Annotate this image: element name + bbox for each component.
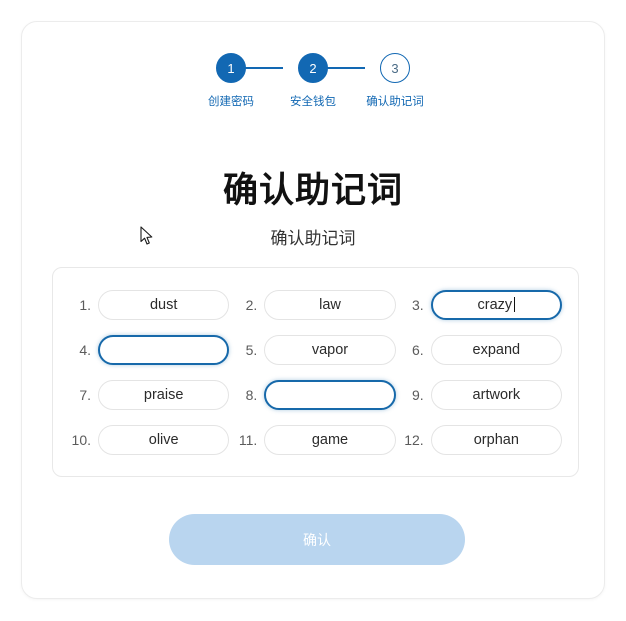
page-subtitle: 确认助记词 [270, 229, 356, 248]
mnemonic-word-text-6: expand [472, 341, 521, 358]
mnemonic-cell-5: 5. vapor [235, 327, 396, 372]
mnemonic-word-text-3: crazy [477, 296, 513, 313]
text-caret [514, 297, 516, 312]
mnemonic-panel: 1. dust 2. law 3. crazy 4. 5. vapor 6. e… [52, 267, 579, 477]
mnemonic-word-text-10: olive [148, 431, 179, 448]
mnemonic-cell-8: 8. [235, 372, 396, 417]
wallet-setup-card: 1 创建密码 2 安全钱包 3 确认助记词 确认助记词 确认助记词 1. dus… [21, 21, 605, 599]
stepper-step-1[interactable]: 1 创建密码 [190, 53, 283, 111]
step-3-label: 确认助记词 [366, 96, 424, 108]
mnemonic-word-text-1: dust [149, 296, 178, 313]
mnemonic-word-text-9: artwork [472, 386, 521, 403]
mnemonic-word-input-8[interactable] [264, 379, 396, 410]
mnemonic-word-input-9[interactable]: artwork [430, 379, 562, 410]
mnemonic-grid: 1. dust 2. law 3. crazy 4. 5. vapor 6. e… [69, 282, 562, 462]
mnemonic-index-12: 12. [404, 431, 424, 448]
mnemonic-word-text-11: game [311, 431, 349, 448]
mnemonic-word-text-5: vapor [311, 341, 349, 358]
mnemonic-cell-11: 11. game [235, 417, 396, 462]
mnemonic-word-input-7[interactable]: praise [98, 379, 230, 410]
mnemonic-index-7: 7. [79, 386, 91, 403]
mnemonic-cell-12: 12. orphan [402, 417, 562, 462]
mnemonic-word-text-2: law [319, 296, 341, 313]
mnemonic-word-input-11[interactable]: game [264, 424, 396, 455]
mnemonic-word-input-10[interactable]: olive [98, 424, 230, 455]
page-title: 确认助记词 [222, 171, 403, 210]
mnemonic-index-11: 11. [238, 431, 258, 448]
confirm-button-label: 确认 [303, 531, 331, 548]
step-3-number: 3 [391, 60, 399, 76]
mnemonic-word-input-2[interactable]: law [264, 289, 396, 320]
stepper-step-3[interactable]: 3 确认助记词 [354, 53, 436, 111]
step-2-number: 2 [309, 60, 317, 76]
mnemonic-word-input-1[interactable]: dust [98, 289, 230, 320]
step-1-circle[interactable]: 1 [216, 53, 246, 83]
mnemonic-index-9: 9. [411, 386, 424, 403]
confirm-button[interactable]: 确认 [169, 514, 465, 565]
mnemonic-cell-7: 7. praise [69, 372, 230, 417]
mnemonic-index-10: 10. [71, 431, 91, 448]
mnemonic-index-4: 4. [79, 341, 91, 358]
mnemonic-cell-10: 10. olive [69, 417, 230, 462]
mnemonic-word-input-3[interactable]: crazy [430, 289, 562, 320]
step-1-label: 创建密码 [208, 96, 254, 108]
mnemonic-index-3: 3. [411, 296, 424, 313]
mnemonic-index-6: 6. [411, 341, 424, 358]
mnemonic-cell-2: 2. law [235, 282, 396, 327]
mnemonic-word-input-6[interactable]: expand [430, 334, 562, 365]
mnemonic-word-input-5[interactable]: vapor [264, 334, 396, 365]
mnemonic-word-input-4[interactable] [98, 334, 230, 365]
mnemonic-word-input-12[interactable]: orphan [430, 424, 562, 455]
stepper-step-2[interactable]: 2 安全钱包 [272, 53, 365, 111]
mnemonic-cell-6: 6. expand [402, 327, 562, 372]
mnemonic-word-text-7: praise [143, 386, 184, 403]
mnemonic-cell-4: 4. [69, 327, 230, 372]
mnemonic-index-2: 2. [245, 296, 258, 313]
mnemonic-index-5: 5. [245, 341, 258, 358]
mnemonic-cell-3: 3. crazy [402, 282, 562, 327]
mnemonic-index-1: 1. [79, 296, 91, 313]
stepper: 1 创建密码 2 安全钱包 3 确认助记词 [22, 53, 604, 111]
mnemonic-cell-9: 9. artwork [402, 372, 562, 417]
step-2-label: 安全钱包 [290, 96, 336, 108]
mnemonic-word-text-12: orphan [473, 431, 519, 448]
step-1-number: 1 [227, 60, 235, 76]
mnemonic-index-8: 8. [245, 386, 258, 403]
step-2-circle[interactable]: 2 [298, 53, 328, 83]
mnemonic-cell-1: 1. dust [69, 282, 230, 327]
step-3-circle[interactable]: 3 [380, 53, 410, 83]
